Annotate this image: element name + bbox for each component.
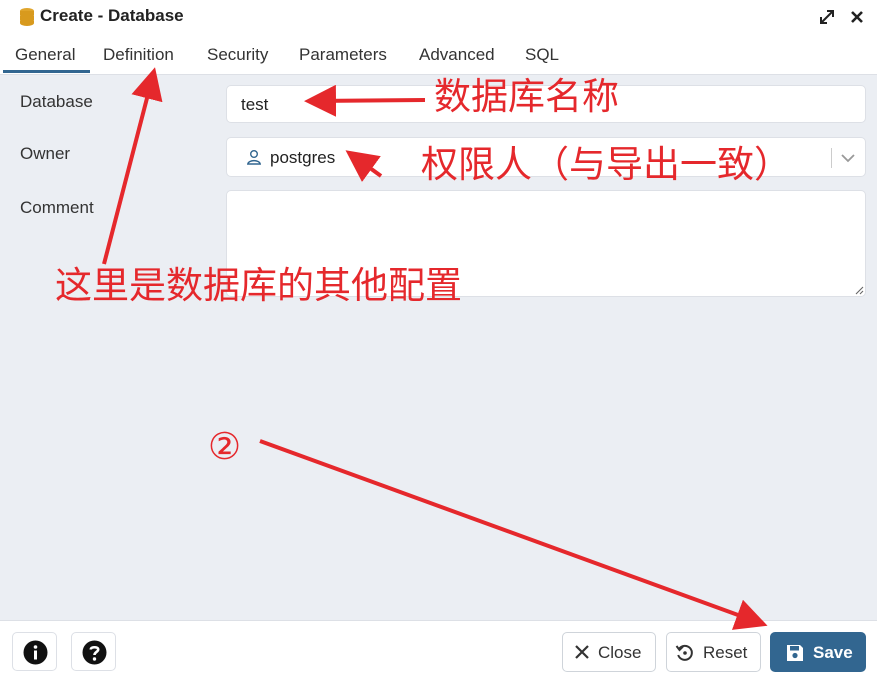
dialog-title: Create - Database — [40, 6, 184, 25]
tab-definition[interactable]: Definition — [103, 45, 174, 65]
reset-button[interactable]: Reset — [666, 632, 761, 672]
tab-advanced[interactable]: Advanced — [419, 45, 495, 65]
info-button[interactable] — [12, 632, 57, 671]
database-input-value: test — [241, 95, 269, 114]
chevron-down-icon[interactable] — [839, 150, 857, 166]
tab-security[interactable]: Security — [207, 45, 268, 65]
tab-general[interactable]: General — [15, 45, 75, 65]
save-icon — [787, 645, 803, 661]
reset-button-label: Reset — [703, 643, 748, 662]
select-separator — [831, 148, 832, 168]
active-tab-indicator — [3, 70, 90, 73]
annotation-db-name: 数据库名称 — [434, 75, 619, 118]
tab-bar: General Definition Security Parameters A… — [0, 36, 877, 75]
dialog-titlebar: Create - Database — [0, 0, 877, 37]
tab-parameters[interactable]: Parameters — [299, 45, 387, 65]
close-icon[interactable] — [847, 7, 867, 27]
save-button-label: Save — [813, 643, 853, 662]
comment-label: Comment — [20, 198, 94, 217]
annotation-owner: 权限人（与导出一致） — [421, 143, 791, 186]
maximize-icon[interactable] — [817, 7, 837, 27]
reset-icon — [675, 644, 693, 661]
save-button[interactable]: Save — [770, 632, 866, 672]
dialog-footer: Close Reset Save — [0, 620, 877, 682]
database-label: Database — [20, 92, 93, 111]
info-icon — [23, 640, 48, 665]
tab-sql[interactable]: SQL — [525, 45, 559, 65]
close-button[interactable]: Close — [562, 632, 656, 672]
resize-grip-icon[interactable] — [854, 285, 864, 295]
annotation-other-config: 这里是数据库的其他配置 — [55, 264, 462, 307]
owner-label: Owner — [20, 144, 71, 163]
close-x-icon — [575, 645, 589, 659]
user-icon — [246, 150, 262, 165]
database-icon — [20, 8, 34, 26]
help-button[interactable] — [71, 632, 116, 671]
close-button-label: Close — [598, 643, 642, 662]
help-icon — [82, 640, 107, 665]
annotation-step: ② — [208, 425, 242, 468]
owner-select-value: postgres — [270, 148, 336, 167]
